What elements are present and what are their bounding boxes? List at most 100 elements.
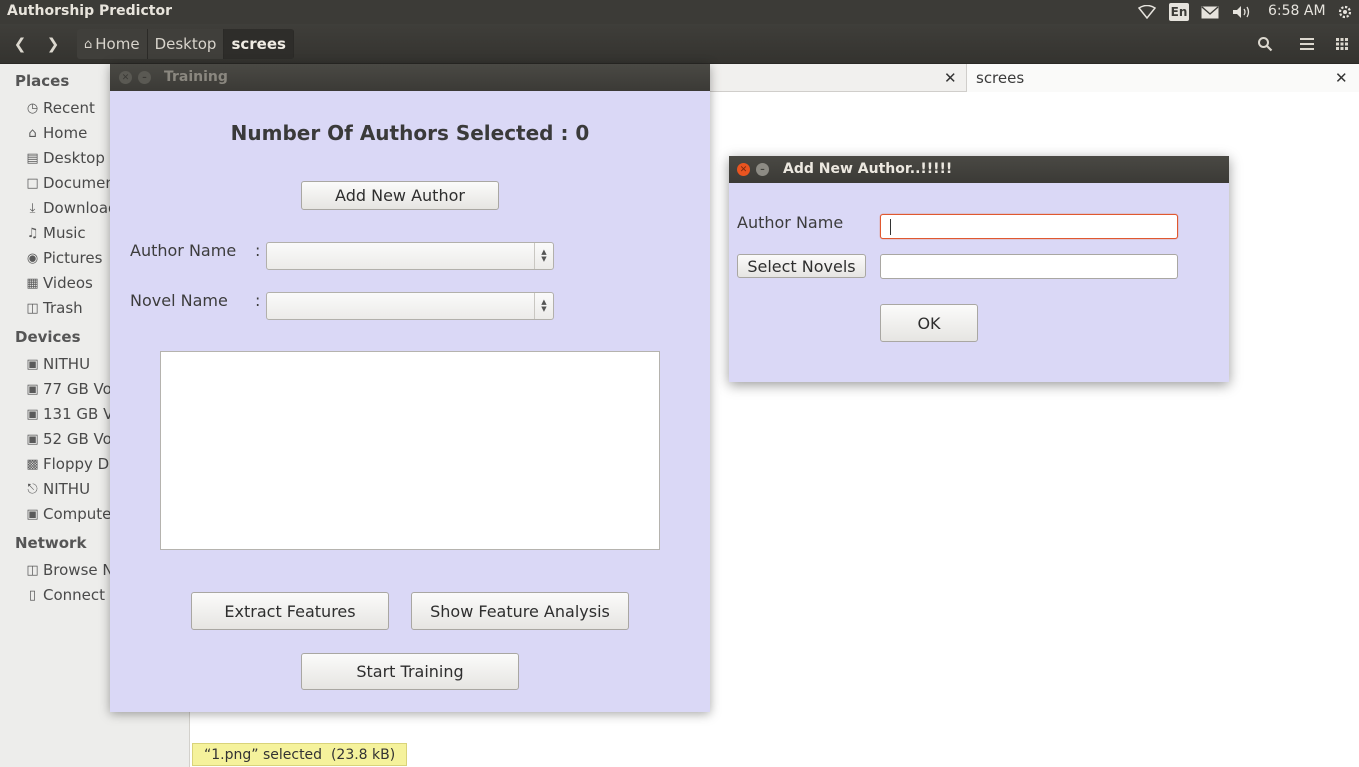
sidebar-item-trash[interactable]: ◫ Trash	[24, 297, 83, 319]
sidebar-item-pictures[interactable]: ◉ Pictures	[24, 247, 103, 269]
download-icon: ⤓	[29, 200, 36, 216]
author-name-label: Author Name	[737, 213, 844, 232]
minimize-icon[interactable]: –	[756, 163, 769, 176]
tab-screes-close-icon[interactable]: ✕	[1335, 69, 1348, 87]
sidebar-item-label: NITHU	[43, 480, 91, 498]
floppy-icon: ▩	[26, 456, 39, 472]
output-text-area[interactable]	[160, 351, 660, 550]
home-icon: ⌂	[28, 125, 37, 141]
tab-1-close-icon[interactable]: ✕	[944, 69, 957, 87]
novel-name-select[interactable]: ▲ ▼	[266, 292, 554, 320]
menu-icon	[1300, 38, 1314, 50]
forward-button[interactable]: ❯	[38, 29, 68, 59]
usb-icon: ⎋	[27, 481, 38, 497]
document-icon: □	[26, 175, 39, 191]
show-feature-analysis-button[interactable]: Show Feature Analysis	[411, 592, 629, 630]
minimize-icon[interactable]: –	[138, 71, 151, 84]
grid-icon	[1336, 38, 1348, 50]
colon-separator: :	[255, 241, 261, 260]
extract-features-button[interactable]: Extract Features	[191, 592, 389, 630]
sidebar-item-label: Trash	[43, 299, 83, 317]
novel-name-label: Novel Name	[130, 291, 228, 310]
camera-icon: ◉	[26, 250, 39, 266]
clock[interactable]: 6:58 AM	[1268, 3, 1326, 19]
sidebar-item-device[interactable]: ▣ NITHU	[24, 353, 90, 375]
breadcrumb: ⌂ Home Desktop screes	[77, 29, 294, 59]
sidebar-item-label: Computer	[43, 505, 118, 523]
training-titlebar[interactable]: ✕ – Training	[110, 64, 710, 91]
sidebar-heading-network: Network	[15, 534, 87, 552]
add-author-titlebar[interactable]: ✕ – Add New Author..!!!!!	[729, 156, 1229, 183]
tab-screes[interactable]: screes	[966, 64, 1359, 92]
power-gear-icon[interactable]	[1335, 2, 1355, 22]
file-manager-toolbar: ❮ ❯ ⌂ Home Desktop screes	[0, 24, 1359, 64]
drive-icon: ▣	[26, 406, 39, 422]
dialog-title: Add New Author..!!!!!	[783, 161, 953, 177]
sidebar-item-label: Home	[43, 124, 88, 142]
drive-icon: ▣	[26, 381, 39, 397]
window-title: Training	[164, 69, 228, 85]
sidebar-item-computer[interactable]: ▣ Computer	[24, 503, 118, 525]
sidebar-item-recent[interactable]: ◷ Recent	[24, 97, 95, 119]
sidebar-item-label: NITHU	[43, 355, 91, 373]
sidebar-item-device[interactable]: ⎋ NITHU	[24, 478, 90, 500]
grid-view-button[interactable]	[1327, 29, 1357, 59]
close-icon[interactable]: ✕	[119, 71, 132, 84]
colon-separator: :	[255, 291, 261, 310]
volume-icon[interactable]	[1231, 2, 1253, 22]
network-icon: ◫	[26, 562, 39, 578]
music-icon: ♫	[26, 225, 39, 241]
film-icon: ▦	[26, 275, 39, 291]
clock-icon: ◷	[26, 100, 39, 116]
wifi-icon[interactable]	[1137, 2, 1157, 22]
sidebar-item-home[interactable]: ⌂ Home	[24, 122, 87, 144]
back-button[interactable]: ❮	[5, 29, 35, 59]
training-window: ✕ – Training Number Of Authors Selected …	[110, 64, 710, 712]
add-author-dialog: ✕ – Add New Author..!!!!! Author Name Se…	[729, 156, 1229, 382]
list-view-button[interactable]	[1292, 29, 1322, 59]
novels-path-input[interactable]	[880, 254, 1178, 279]
spin-arrows-icon: ▲ ▼	[534, 293, 553, 319]
trash-icon: ◫	[26, 300, 39, 316]
search-icon	[1258, 37, 1273, 52]
top-panel: Authorship Predictor En 6:58 AM	[0, 0, 1359, 24]
drive-icon: ▣	[26, 431, 39, 447]
spin-arrows-icon: ▲ ▼	[534, 243, 553, 269]
sidebar-item-label: Pictures	[43, 249, 103, 267]
folder-icon: ▤	[26, 150, 39, 166]
sidebar-item-label: Recent	[43, 99, 95, 117]
sidebar-item-desktop[interactable]: ▤ Desktop	[24, 147, 105, 169]
text-cursor	[890, 219, 891, 235]
status-bar: “1.png” selected (23.8 kB)	[192, 743, 408, 766]
select-novels-button[interactable]: Select Novels	[737, 254, 866, 278]
crumb-desktop[interactable]: Desktop	[147, 29, 225, 59]
sidebar-item-label: Desktop	[43, 149, 105, 167]
search-button[interactable]	[1250, 29, 1280, 59]
tab-label: screes	[976, 69, 1025, 87]
author-name-input[interactable]	[880, 214, 1178, 239]
sidebar-item-music[interactable]: ♫ Music	[24, 222, 86, 244]
sidebar-item-label: Videos	[43, 274, 93, 292]
ok-button[interactable]: OK	[880, 304, 978, 342]
author-name-select[interactable]: ▲ ▼	[266, 242, 554, 270]
sidebar-item-videos[interactable]: ▦ Videos	[24, 272, 93, 294]
authors-count-heading: Number Of Authors Selected : 0	[230, 121, 590, 145]
crumb-home-label: Home	[95, 35, 140, 53]
start-training-button[interactable]: Start Training	[301, 653, 519, 690]
chevron-right-icon: ❯	[46, 35, 60, 53]
sidebar-item-label: Music	[43, 224, 86, 242]
add-new-author-button[interactable]: Add New Author	[301, 181, 499, 210]
crumb-home[interactable]: ⌂ Home	[77, 29, 148, 59]
drive-icon: ▣	[26, 506, 39, 522]
mail-icon[interactable]	[1200, 2, 1220, 22]
close-icon[interactable]: ✕	[737, 163, 750, 176]
drive-icon: ▣	[26, 356, 39, 372]
chevron-left-icon: ❮	[13, 35, 27, 53]
crumb-screes[interactable]: screes	[224, 29, 294, 59]
author-name-label: Author Name	[130, 241, 237, 260]
server-icon: ▯	[28, 587, 37, 603]
keyboard-language-indicator[interactable]: En	[1169, 3, 1189, 21]
home-icon: ⌂	[84, 36, 93, 52]
sidebar-heading-places: Places	[15, 72, 70, 90]
sidebar-heading-devices: Devices	[15, 328, 81, 346]
